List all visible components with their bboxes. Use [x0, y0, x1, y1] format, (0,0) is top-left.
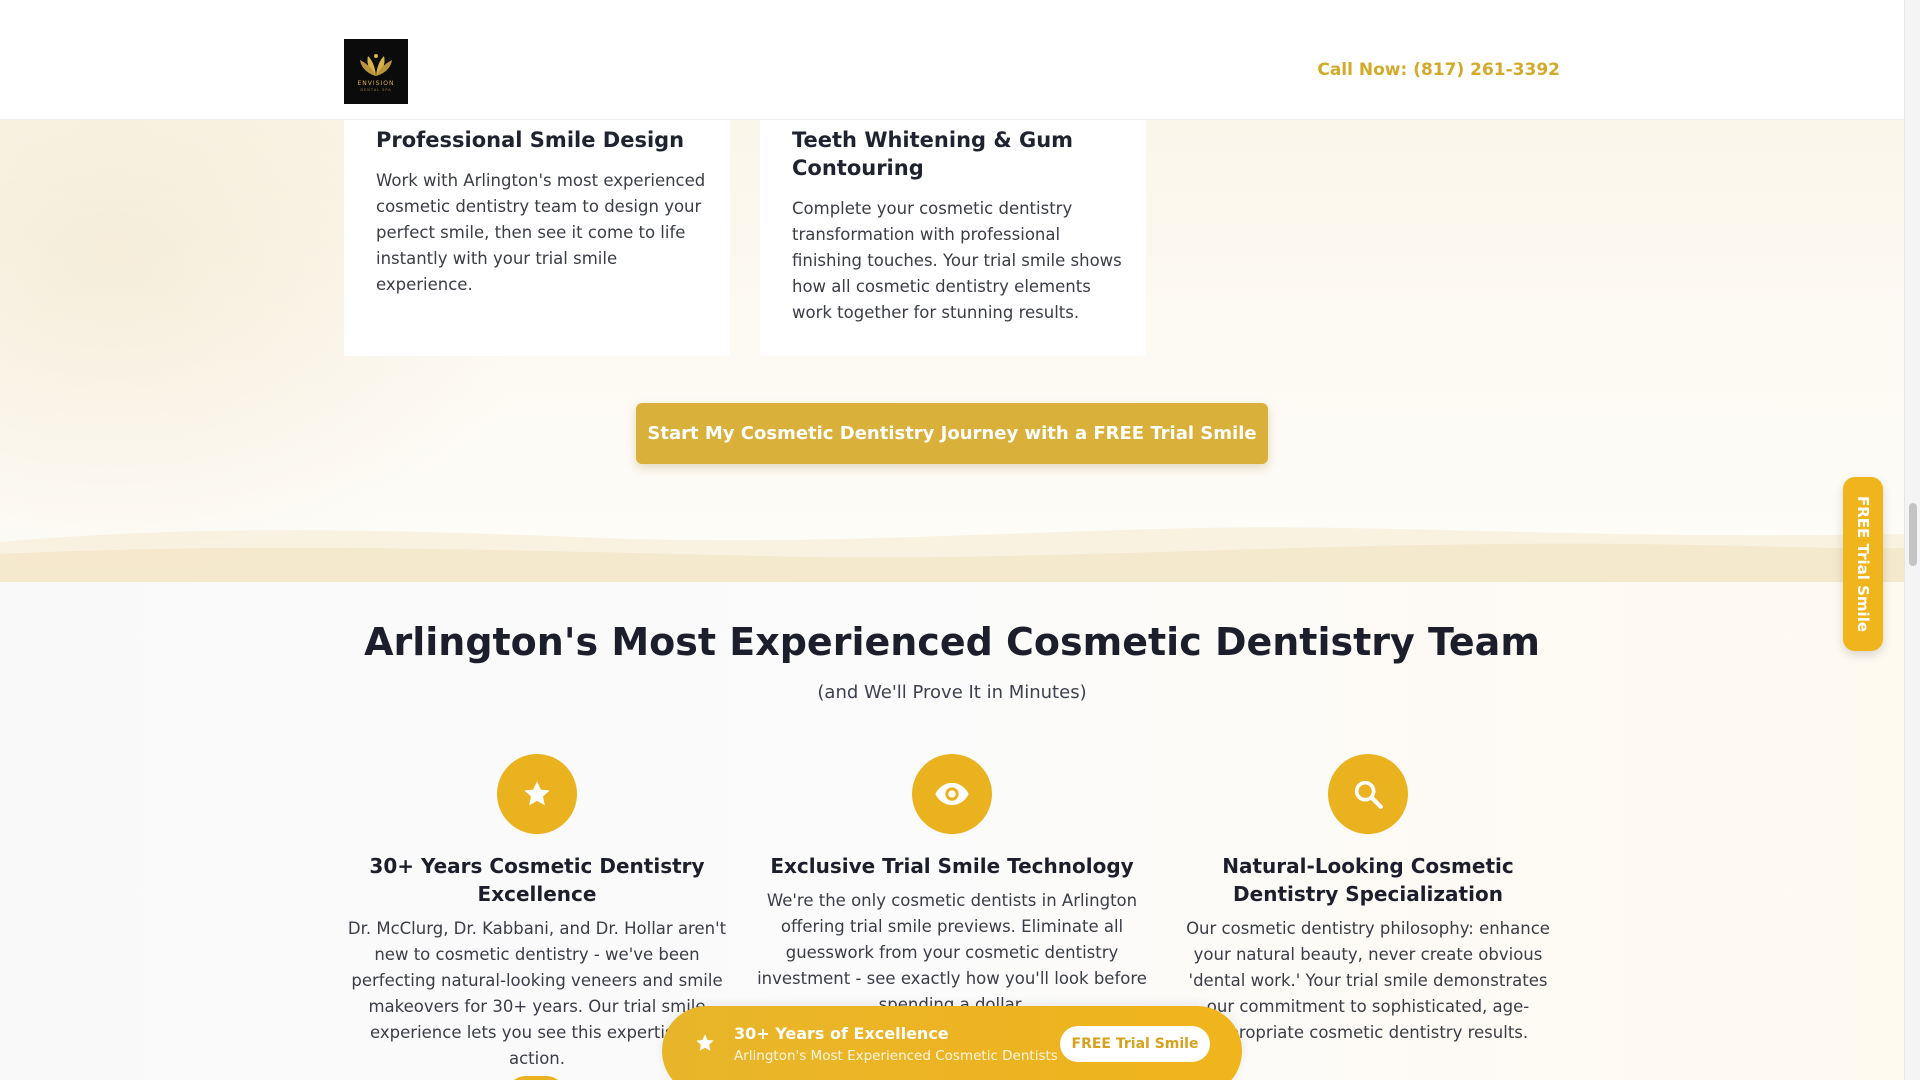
- service-card-smile-design: Professional Smile Design Work with Arli…: [344, 120, 730, 356]
- service-card-title: Professional Smile Design: [376, 128, 685, 152]
- feature-title: Natural-Looking Cosmetic Dentistry Speci…: [1222, 854, 1514, 906]
- section-subtitle: (and We'll Prove It in Minutes): [817, 682, 1087, 703]
- lotus-logo-icon: [360, 53, 392, 76]
- feature-text: We're the only cosmetic dentists in Arli…: [757, 891, 1147, 1014]
- section-title: Arlington's Most Experienced Cosmetic De…: [364, 620, 1540, 664]
- feature-trial-technology: Exclusive Trial Smile Technology We're t…: [757, 754, 1147, 1018]
- star-icon: [497, 754, 577, 834]
- feature-natural-looking: Natural-Looking Cosmetic Dentistry Speci…: [1173, 754, 1563, 1046]
- service-card-title: Teeth Whitening & Gum Contouring: [792, 128, 1074, 180]
- service-card-whitening: Teeth Whitening & Gum Contouring Complet…: [760, 120, 1146, 356]
- service-card-text: Complete your cosmetic dentistry transfo…: [792, 199, 1122, 322]
- site-header: ENVISION DENTAL SPA Call Now: (817) 261-…: [0, 0, 1904, 120]
- call-now-link[interactable]: Call Now: (817) 261-3392: [1317, 60, 1560, 80]
- page-scrollbar[interactable]: [1904, 0, 1920, 1080]
- promo-bar-trial-button[interactable]: FREE Trial Smile: [1060, 1026, 1210, 1062]
- feature-title: 30+ Years Cosmetic Dentistry Excellence: [369, 854, 705, 906]
- services-section: Professional Smile Design Work with Arli…: [0, 120, 1904, 582]
- star-icon: [696, 1034, 714, 1051]
- envision-logo[interactable]: ENVISION DENTAL SPA: [344, 39, 408, 104]
- logo-name: ENVISION: [357, 79, 395, 87]
- floating-promo-bar: 30+ Years of Excellence Arlington's Most…: [662, 1006, 1242, 1080]
- section-wave-divider: [0, 527, 1904, 582]
- scrollbar-thumb[interactable]: [1909, 503, 1917, 566]
- search-icon: [1328, 754, 1408, 834]
- free-trial-side-tab[interactable]: FREE Trial Smile: [1843, 477, 1883, 651]
- promo-bar-subtitle: Arlington's Most Experienced Cosmetic De…: [734, 1048, 1058, 1064]
- logo-subtitle: DENTAL SPA: [360, 87, 392, 92]
- side-tab-label: FREE Trial Smile: [1854, 495, 1872, 632]
- service-card-text: Work with Arlington's most experienced c…: [376, 171, 706, 294]
- feature-title: Exclusive Trial Smile Technology: [770, 854, 1134, 878]
- start-trial-smile-button[interactable]: Start My Cosmetic Dentistry Journey with…: [636, 403, 1268, 464]
- eye-icon: [912, 754, 992, 834]
- promo-bar-title: 30+ Years of Excellence: [734, 1024, 949, 1043]
